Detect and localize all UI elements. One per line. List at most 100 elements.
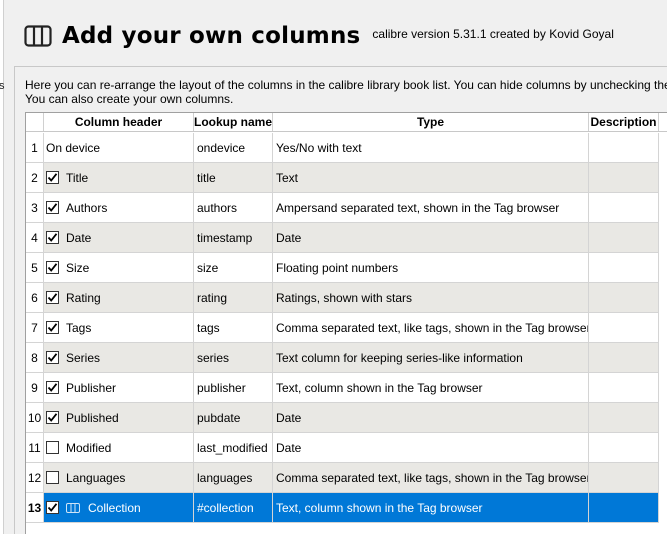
visibility-checkbox[interactable] [46, 501, 59, 514]
lookup-name-cell[interactable]: languages [194, 463, 273, 493]
column-header-label: Authors [66, 200, 108, 215]
column-header-cell[interactable]: Published [44, 403, 194, 433]
column-header-cell[interactable]: Publisher [44, 373, 194, 403]
column-header-cell[interactable]: Languages [44, 463, 194, 493]
type-cell[interactable]: Text [273, 163, 589, 193]
table-row[interactable]: 8 Series series Text column for keeping ser… [26, 343, 667, 373]
visibility-checkbox[interactable] [46, 171, 59, 184]
type-cell[interactable]: Text, column shown in the Tag browser [273, 493, 589, 523]
lookup-name-cell[interactable]: pubdate [194, 403, 273, 433]
description-cell[interactable] [589, 133, 659, 163]
row-number[interactable]: 10 [26, 403, 44, 433]
table-row[interactable]: 1 On device ondevice Yes/No with text [26, 133, 667, 163]
visibility-checkbox[interactable] [46, 411, 59, 424]
row-number[interactable]: 11 [26, 433, 44, 463]
lookup-name-cell[interactable]: last_modified [194, 433, 273, 463]
description-cell[interactable] [589, 343, 659, 373]
column-header-cell[interactable]: Modified [44, 433, 194, 463]
description-header[interactable]: Description [589, 113, 659, 131]
row-number[interactable]: 5 [26, 253, 44, 283]
lookup-name-cell[interactable]: size [194, 253, 273, 283]
visibility-checkbox[interactable] [46, 261, 59, 274]
lookup-name-cell[interactable]: publisher [194, 373, 273, 403]
visibility-checkbox[interactable] [46, 321, 59, 334]
description-cell[interactable] [589, 283, 659, 313]
description-cell[interactable] [589, 313, 659, 343]
row-number[interactable]: 13 [26, 493, 44, 523]
table-row[interactable]: 6 Rating rating Ratings, shown with stars [26, 283, 667, 313]
column-header-cell[interactable]: Date [44, 223, 194, 253]
page-header: Add your own columns calibre version 5.3… [24, 18, 614, 54]
table-row[interactable]: 2 Title title Text [26, 163, 667, 193]
type-header[interactable]: Type [273, 113, 589, 131]
description-cell[interactable] [589, 253, 659, 283]
lookup-name-cell[interactable]: title [194, 163, 273, 193]
type-cell[interactable]: Date [273, 403, 589, 433]
column-header-cell[interactable]: Series [44, 343, 194, 373]
column-header-label: Publisher [66, 380, 117, 395]
table-row[interactable]: 7 Tags tags Comma separated text, like tags… [26, 313, 667, 343]
type-cell[interactable]: Comma separated text, like tags, shown i… [273, 313, 589, 343]
column-header-cell[interactable]: Rating [44, 283, 194, 313]
lookup-name-cell[interactable]: tags [194, 313, 273, 343]
row-number[interactable]: 1 [26, 133, 44, 163]
visibility-checkbox[interactable] [46, 201, 59, 214]
type-cell[interactable]: Text, column shown in the Tag browser [273, 373, 589, 403]
type-cell[interactable]: Yes/No with text [273, 133, 589, 163]
column-header-cell[interactable]: Title [44, 163, 194, 193]
column-header-header[interactable]: Column header [44, 113, 194, 131]
column-header-cell[interactable]: Tags [44, 313, 194, 343]
row-number[interactable]: 7 [26, 313, 44, 343]
table-row[interactable]: 9 Publisher publisher Text, column shown in… [26, 373, 667, 403]
row-number[interactable]: 9 [26, 373, 44, 403]
visibility-checkbox[interactable] [46, 351, 59, 364]
column-header-cell[interactable]: Collection [44, 493, 194, 523]
row-number[interactable]: 2 [26, 163, 44, 193]
description-cell[interactable] [589, 193, 659, 223]
type-cell[interactable]: Floating point numbers [273, 253, 589, 283]
visibility-checkbox[interactable] [46, 291, 59, 304]
lookup-name-header[interactable]: Lookup name [194, 113, 273, 131]
description-cell[interactable] [589, 403, 659, 433]
description-cell[interactable] [589, 223, 659, 253]
type-cell[interactable]: Text column for keeping series-like info… [273, 343, 589, 373]
row-number[interactable]: 3 [26, 193, 44, 223]
visibility-checkbox[interactable] [46, 441, 59, 454]
columns-table[interactable]: Column header Lookup name Type Descripti… [25, 112, 667, 534]
visibility-checkbox[interactable] [46, 231, 59, 244]
lookup-name-cell[interactable]: rating [194, 283, 273, 313]
table-row[interactable]: 13 Collection #collection Text, column show… [26, 493, 667, 523]
table-row[interactable]: 3 Authors authors Ampersand separated text,… [26, 193, 667, 223]
lookup-name-cell[interactable]: authors [194, 193, 273, 223]
table-row[interactable]: 5 Size size Floating point numbers [26, 253, 667, 283]
lookup-name-cell[interactable]: series [194, 343, 273, 373]
type-cell[interactable]: Comma separated text, like tags, shown i… [273, 463, 589, 493]
description-cell[interactable] [589, 463, 659, 493]
row-number[interactable]: 4 [26, 223, 44, 253]
row-number[interactable]: 12 [26, 463, 44, 493]
type-cell[interactable]: Ampersand separated text, shown in the T… [273, 193, 589, 223]
column-header-cell[interactable]: On device [44, 133, 194, 163]
lookup-name-cell[interactable]: ondevice [194, 133, 273, 163]
visibility-checkbox[interactable] [46, 471, 59, 484]
type-cell[interactable]: Date [273, 223, 589, 253]
visibility-checkbox[interactable] [46, 381, 59, 394]
lookup-name-cell[interactable]: timestamp [194, 223, 273, 253]
row-number[interactable]: 8 [26, 343, 44, 373]
description-cell[interactable] [589, 433, 659, 463]
description-cell[interactable] [589, 373, 659, 403]
table-row[interactable]: 10 Published pubdate Date [26, 403, 667, 433]
table-row[interactable]: 12 Languages languages Comma separated text… [26, 463, 667, 493]
lookup-name-cell[interactable]: #collection [194, 493, 273, 523]
type-cell[interactable]: Date [273, 433, 589, 463]
table-row[interactable]: 11 Modified last_modified Date [26, 433, 667, 463]
type-cell[interactable]: Ratings, shown with stars [273, 283, 589, 313]
row-number[interactable]: 6 [26, 283, 44, 313]
column-header-cell[interactable]: Size [44, 253, 194, 283]
description-text: Here you can re-arrange the layout of th… [25, 78, 667, 106]
table-row[interactable]: 4 Date timestamp Date [26, 223, 667, 253]
description-cell[interactable] [589, 493, 659, 523]
column-header-cell[interactable]: Authors [44, 193, 194, 223]
description-cell[interactable] [589, 163, 659, 193]
checkmark-icon [47, 323, 58, 332]
